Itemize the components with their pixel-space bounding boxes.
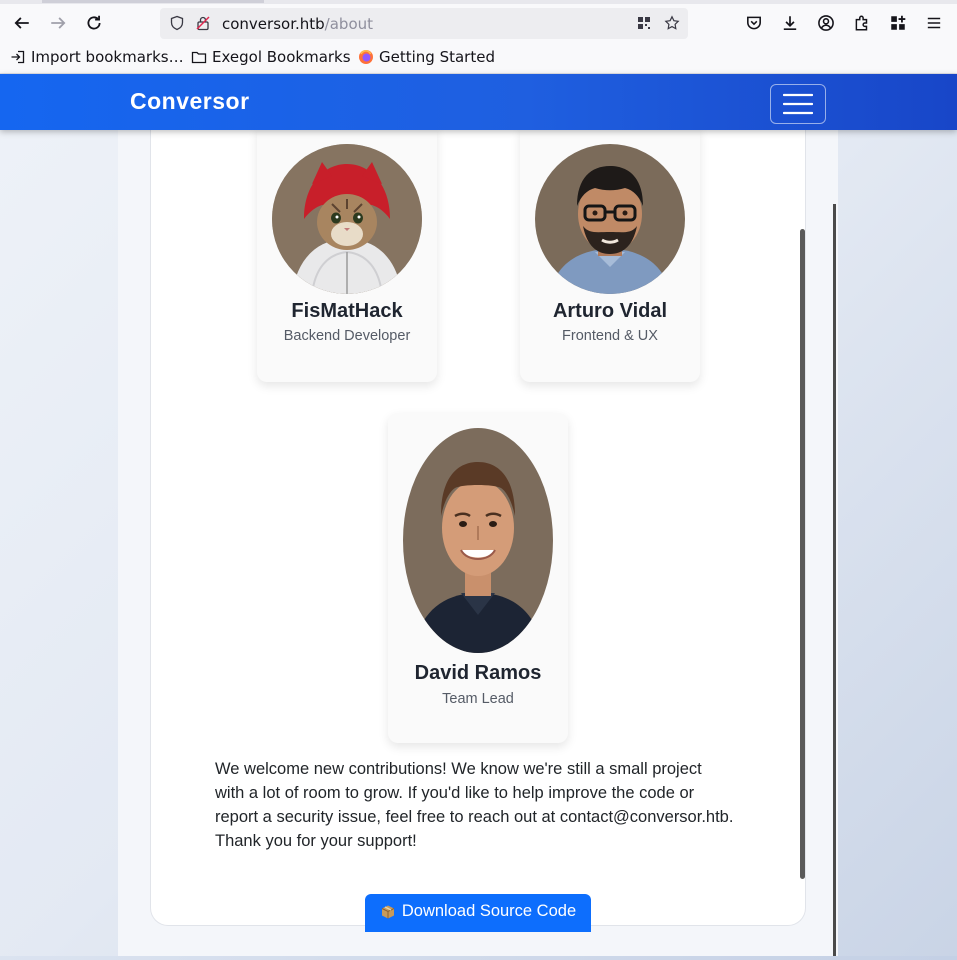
download-icon <box>783 16 797 31</box>
url-path: /about <box>324 15 374 33</box>
team-card-david-ramos: David Ramos Team Lead <box>388 413 568 743</box>
more-tools-button[interactable] <box>884 9 912 37</box>
grid-plus-icon <box>891 15 906 30</box>
member-name: FisMatHack <box>291 300 403 322</box>
page-scrollbar[interactable] <box>800 229 805 879</box>
bottom-edge <box>0 956 957 960</box>
download-source-button[interactable]: Download Source Code <box>365 894 591 932</box>
url-host: conversor.htb <box>222 15 325 33</box>
url-text[interactable]: conversor.htb/about <box>222 15 373 33</box>
back-button[interactable] <box>8 9 36 37</box>
smiling-man-avatar-image <box>403 428 553 653</box>
navbar-toggle-button[interactable] <box>770 84 826 124</box>
qr-code-icon[interactable] <box>635 14 653 32</box>
bookmark-label: Import bookmarks… <box>31 48 184 66</box>
bookmarks-toolbar: Import bookmarks… Exegol Bookmarks Getti… <box>0 42 957 74</box>
pocket-icon <box>747 16 761 30</box>
folder-icon <box>191 49 207 65</box>
bookmark-getting-started[interactable]: Getting Started <box>358 48 495 66</box>
account-button[interactable] <box>812 9 840 37</box>
import-icon <box>10 49 26 65</box>
menu-icon <box>927 17 941 29</box>
avatar-david-ramos <box>403 428 553 653</box>
download-button-label: Download Source Code <box>401 902 577 920</box>
address-bar[interactable]: conversor.htb/about <box>160 8 688 39</box>
man-with-glasses-avatar-image <box>535 144 685 294</box>
package-icon <box>381 905 395 919</box>
member-role: Frontend & UX <box>562 328 658 344</box>
downloads-button[interactable] <box>776 9 804 37</box>
hamburger-icon <box>783 93 813 115</box>
pocket-button[interactable] <box>740 9 768 37</box>
bookmark-label: Exegol Bookmarks <box>212 48 351 66</box>
member-role: Backend Developer <box>283 328 411 344</box>
member-name: Arturo Vidal <box>552 300 668 322</box>
forward-button[interactable] <box>44 9 72 37</box>
bookmark-exegol[interactable]: Exegol Bookmarks <box>191 48 351 66</box>
avatar-fismathack <box>272 144 422 294</box>
member-role: Team Lead <box>442 691 514 707</box>
cat-avatar-image <box>272 144 422 294</box>
team-card-arturo-vidal: Arturo Vidal Frontend & UX <box>520 124 700 382</box>
team-card-fismathack: FisMatHack Backend Developer <box>257 124 437 382</box>
brand-logo[interactable]: Conversor <box>130 88 250 115</box>
arrow-right-icon <box>51 17 66 29</box>
avatar-arturo-vidal <box>535 144 685 294</box>
site-navbar: Conversor <box>0 74 957 130</box>
insecure-lock-icon[interactable] <box>194 14 212 32</box>
puzzle-icon <box>855 15 868 31</box>
reload-button[interactable] <box>80 9 108 37</box>
bookmark-star-icon[interactable] <box>663 14 681 32</box>
app-menu-button[interactable] <box>920 9 948 37</box>
reload-icon <box>87 15 101 30</box>
account-icon <box>818 15 834 31</box>
arrow-left-icon <box>14 17 29 29</box>
browser-toolbar: conversor.htb/about <box>0 4 957 42</box>
extensions-button[interactable] <box>848 9 876 37</box>
contribution-text: We welcome new contributions! We know we… <box>215 760 734 850</box>
shield-icon[interactable] <box>168 14 186 32</box>
page-viewport: FisMatHack Backend Developer Arturo Vida… <box>0 74 957 960</box>
firefox-icon <box>358 49 374 65</box>
active-tab-indicator[interactable] <box>42 0 264 3</box>
content-edge <box>833 204 836 960</box>
bookmark-label: Getting Started <box>379 48 495 66</box>
bookmark-import[interactable]: Import bookmarks… <box>10 48 184 66</box>
member-name: David Ramos <box>414 662 542 684</box>
